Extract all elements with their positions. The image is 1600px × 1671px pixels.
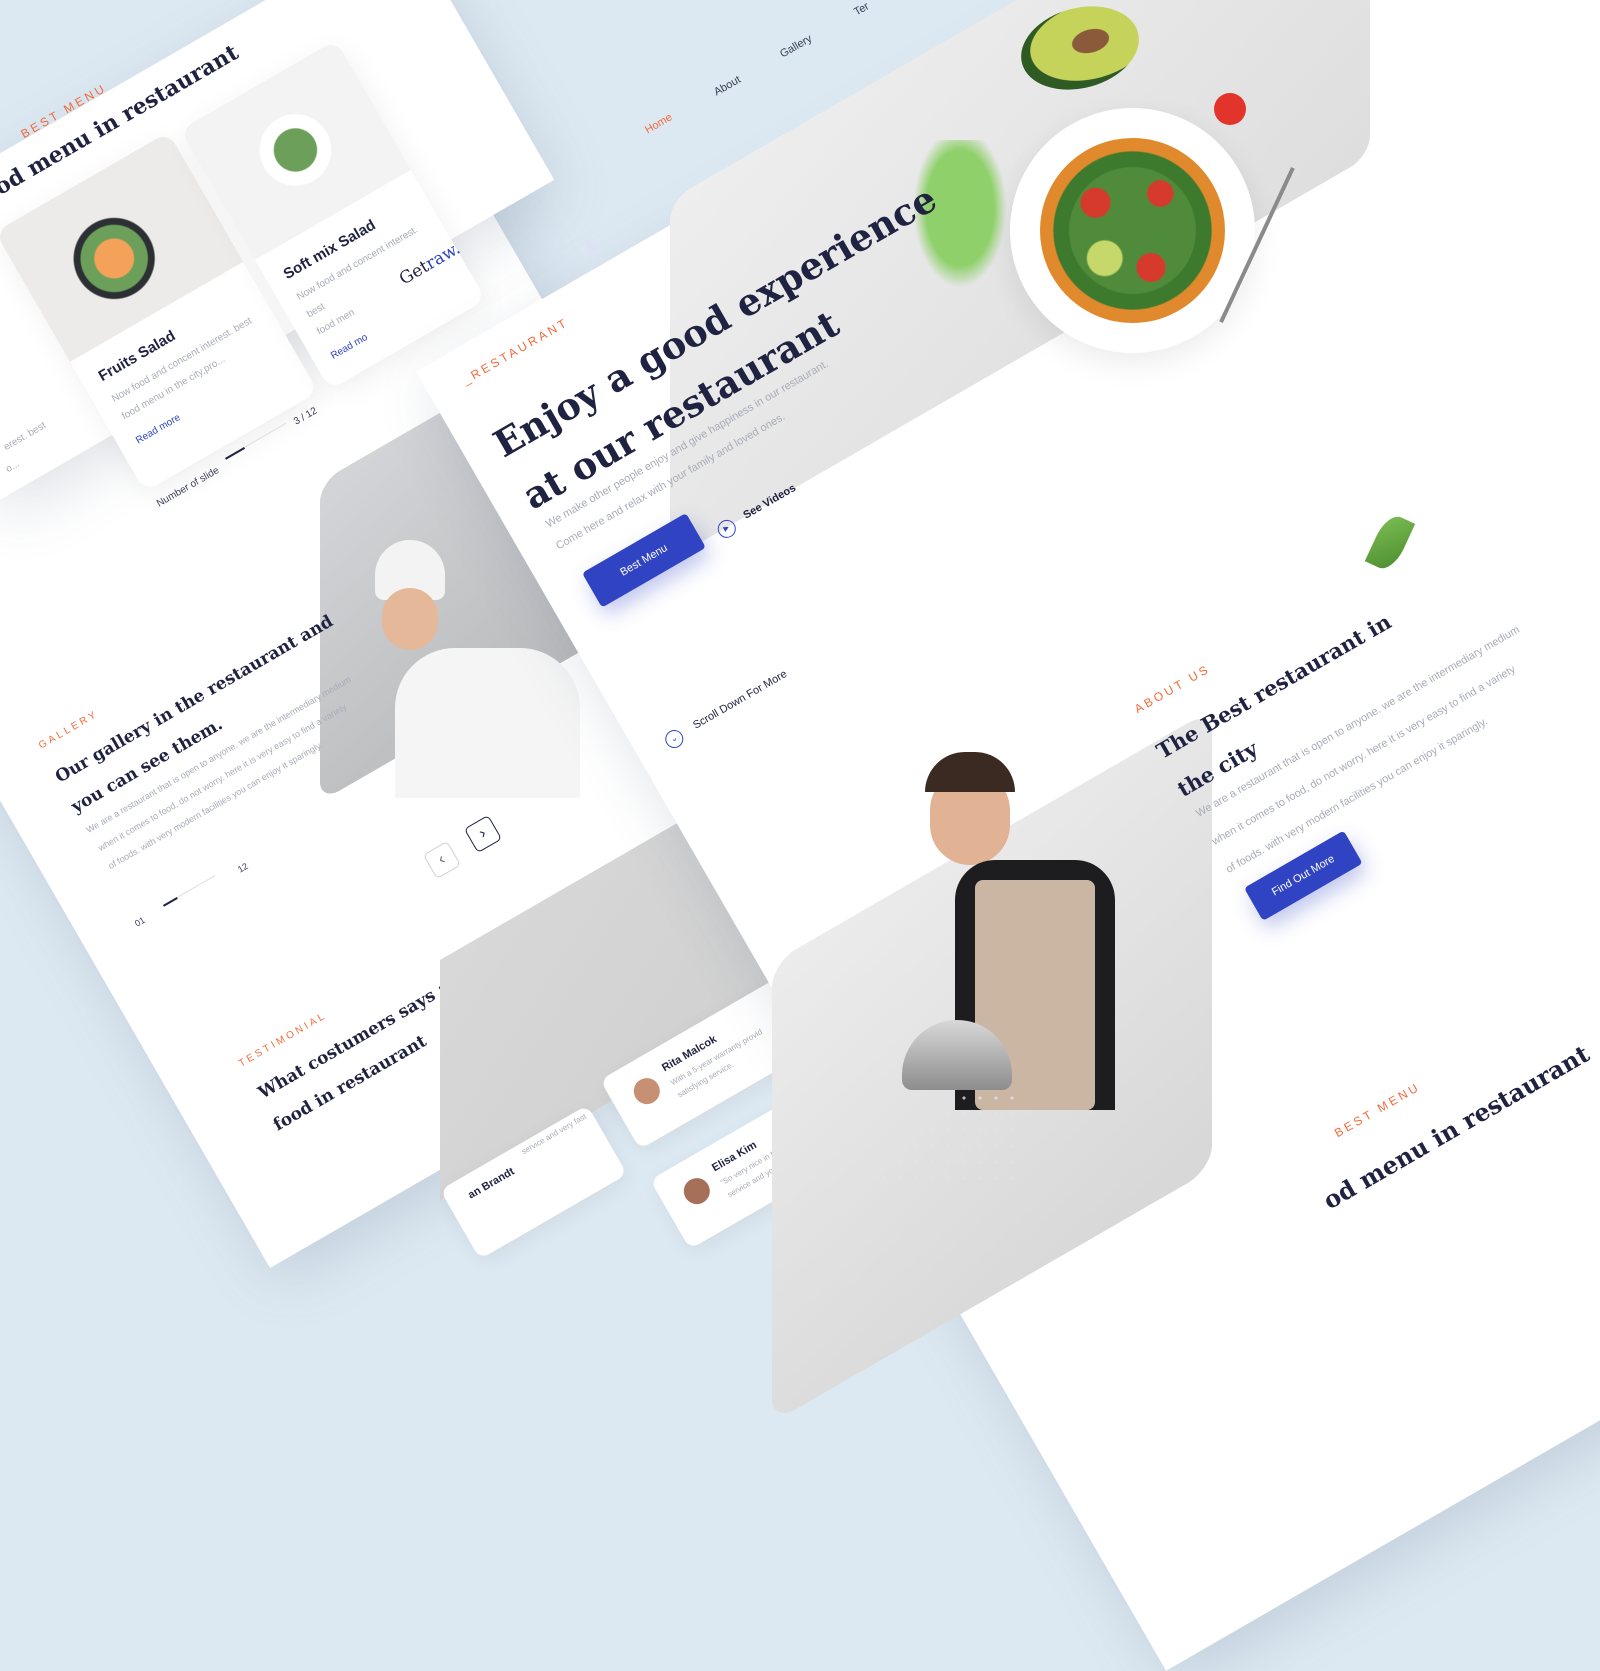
chef-face (382, 588, 438, 650)
decor-dot (586, 242, 596, 252)
salad (1040, 138, 1225, 323)
nav-home[interactable]: Home (643, 111, 674, 136)
avatar (629, 1073, 665, 1109)
tomato (1214, 93, 1246, 125)
dot-pattern (860, 1090, 1020, 1190)
reviewer-name: an Brandt (466, 1165, 517, 1202)
chef-coat (395, 648, 580, 798)
nav-gallery[interactable]: Gallery (778, 33, 814, 61)
nav-about[interactable]: About (712, 74, 743, 99)
salad-plate (1010, 108, 1255, 353)
avatar (679, 1173, 715, 1209)
nav-more[interactable]: Ter (852, 0, 871, 18)
